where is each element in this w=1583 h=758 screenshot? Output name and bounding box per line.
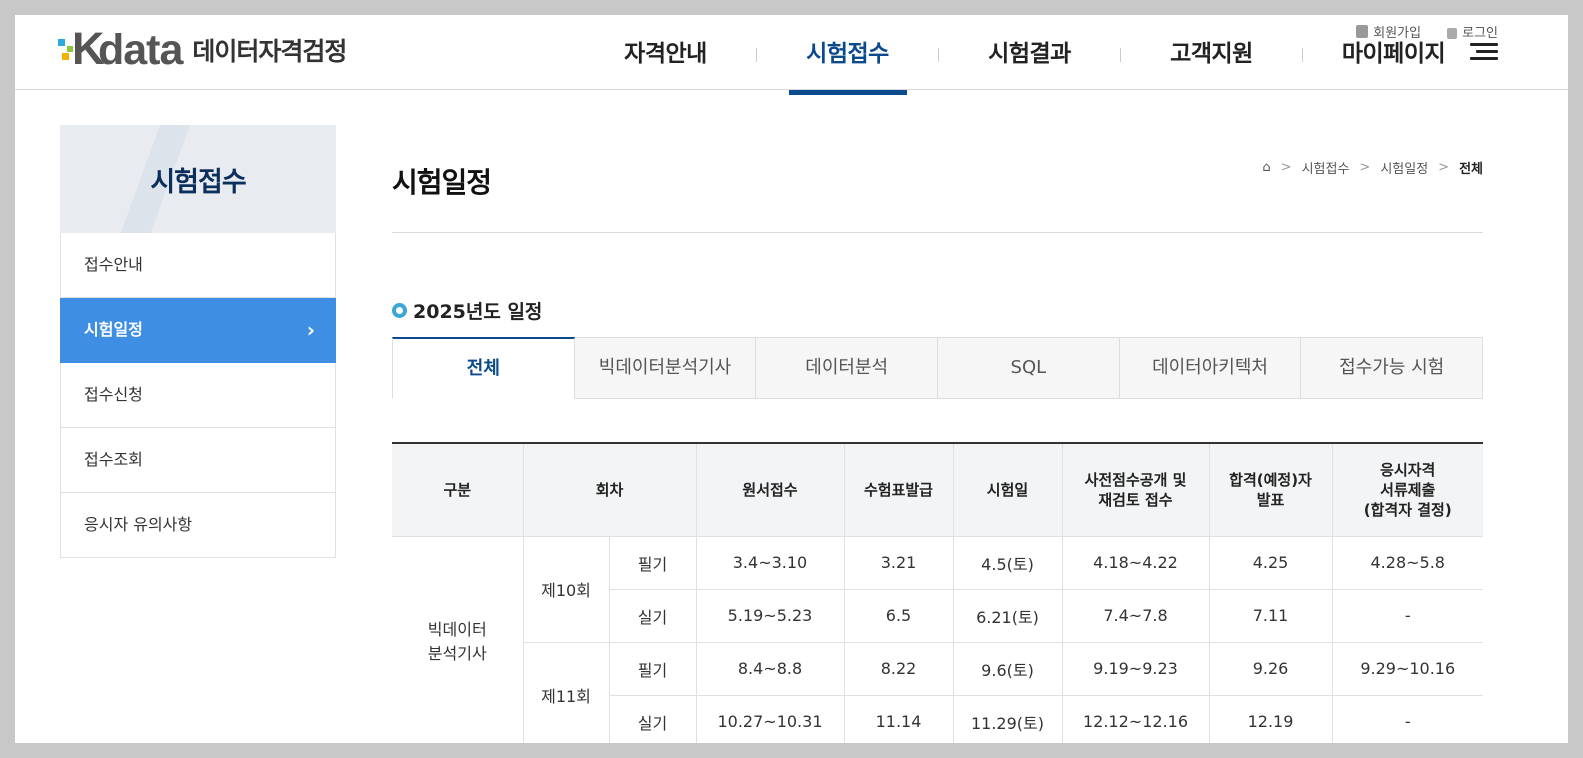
cell-result: 4.25 bbox=[1208, 535, 1333, 590]
cell-docs: 4.28~5.8 bbox=[1331, 535, 1483, 590]
logo-mark-icon: K bbox=[58, 25, 105, 73]
circle-bullet-icon bbox=[392, 303, 407, 318]
cell-ticket: 3.21 bbox=[843, 535, 954, 590]
cell-apply: 8.4~8.8 bbox=[695, 641, 845, 696]
cell-type: 실기 bbox=[609, 694, 697, 743]
table-row: 빅데이터 분석기사 제10회 필기 3.4~3.10 3.21 4.5(토) 4… bbox=[392, 535, 1483, 743]
breadcrumb: ⌂ > 시험접수 > 시험일정 > 전체 bbox=[1262, 158, 1483, 177]
home-icon[interactable]: ⌂ bbox=[1262, 160, 1270, 175]
cell-review: 9.19~9.23 bbox=[1061, 641, 1210, 696]
cell-review: 12.12~12.16 bbox=[1061, 694, 1210, 743]
sidebar-title: 시험접수 bbox=[60, 125, 336, 233]
chevron-right-icon: › bbox=[306, 318, 315, 342]
header-exam-date: 시험일 bbox=[952, 443, 1063, 537]
exam-tabs: 전체 빅데이터분석기사 데이터분석 SQL 데이터아키텍처 접수가능 시험 bbox=[392, 337, 1484, 399]
table-row: 제11회 필기 8.4~8.8 8.22 9.6(토) 9.19~9.23 9.… bbox=[392, 641, 1483, 743]
table-header-row: 구분 회차 원서접수 수험표발급 시험일 사전점수공개 및 재검토 접수 합격(… bbox=[392, 443, 1483, 537]
breadcrumb-current: 전체 bbox=[1459, 162, 1483, 177]
cell-docs: - bbox=[1331, 588, 1483, 643]
cell-docs: 9.29~10.16 bbox=[1331, 641, 1483, 696]
cell-apply: 5.19~5.23 bbox=[695, 588, 845, 643]
cell-exam: 4.5(토) bbox=[952, 535, 1063, 590]
nav-exam-application[interactable]: 시험접수 bbox=[757, 15, 938, 95]
header-result: 합격(예정)자 발표 bbox=[1208, 443, 1333, 537]
cell-apply: 3.4~3.10 bbox=[695, 535, 845, 590]
header-application: 원서접수 bbox=[695, 443, 845, 537]
cell-round: 제11회 bbox=[523, 641, 610, 743]
page: K data 데이터자격검정 회원가입 로그인 자격안내 시험접수 시험결과 고… bbox=[15, 15, 1568, 743]
breadcrumb-item[interactable]: 시험접수 bbox=[1302, 158, 1350, 177]
cell-apply: 10.27~10.31 bbox=[695, 694, 845, 743]
header-review: 사전점수공개 및 재검토 접수 bbox=[1061, 443, 1210, 537]
sidebar: 시험접수 접수안내 시험일정 › 접수신청 접수조회 응시자 유의사항 bbox=[60, 125, 336, 558]
sidebar-item-candidate-notice[interactable]: 응시자 유의사항 bbox=[60, 493, 336, 558]
logo-korean-text: 데이터자격검정 bbox=[192, 37, 347, 66]
sidebar-item-application-lookup[interactable]: 접수조회 bbox=[60, 428, 336, 493]
cell-type: 필기 bbox=[608, 641, 697, 696]
tab-available-exams[interactable]: 접수가능 시험 bbox=[1301, 337, 1484, 399]
tab-all[interactable]: 전체 bbox=[392, 337, 575, 399]
cell-ticket: 6.5 bbox=[843, 588, 954, 643]
cell-round: 제10회 bbox=[522, 535, 610, 643]
header-documents: 응시자격 서류제출 (합격자 결정) bbox=[1331, 443, 1483, 537]
hamburger-menu-icon[interactable] bbox=[1470, 43, 1498, 63]
nav-exam-results[interactable]: 시험결과 bbox=[939, 15, 1120, 90]
nav-qualification-info[interactable]: 자격안내 bbox=[575, 15, 756, 90]
cell-ticket: 8.22 bbox=[843, 641, 954, 696]
cell-exam: 9.6(토) bbox=[952, 641, 1063, 696]
tab-bigdata-analyst[interactable]: 빅데이터분석기사 bbox=[574, 337, 757, 399]
tab-data-architecture[interactable]: 데이터아키텍처 bbox=[1119, 337, 1302, 399]
sidebar-item-apply[interactable]: 접수신청 bbox=[60, 363, 336, 428]
tab-sql[interactable]: SQL bbox=[938, 337, 1120, 399]
nav-customer-support[interactable]: 고객지원 bbox=[1121, 15, 1302, 90]
sidebar-item-application-guide[interactable]: 접수안내 bbox=[60, 233, 336, 298]
cell-type: 필기 bbox=[608, 535, 697, 590]
cell-result: 7.11 bbox=[1208, 588, 1333, 643]
cell-review: 4.18~4.22 bbox=[1061, 535, 1210, 590]
cell-result: 12.19 bbox=[1208, 694, 1333, 743]
logo-text: data bbox=[98, 26, 183, 74]
title-divider bbox=[392, 232, 1483, 233]
section-title: 2025년도 일정 bbox=[392, 297, 542, 324]
sidebar-item-exam-schedule[interactable]: 시험일정 › bbox=[60, 298, 336, 363]
cell-result: 9.26 bbox=[1208, 641, 1333, 696]
cell-type: 실기 bbox=[609, 588, 697, 643]
main-content: 시험일정 ⌂ > 시험접수 > 시험일정 > 전체 2025년도 일정 전체 빅… bbox=[392, 125, 1484, 743]
cell-review: 7.4~7.8 bbox=[1061, 588, 1210, 643]
cell-ticket: 11.14 bbox=[843, 694, 954, 743]
tab-data-analysis[interactable]: 데이터분석 bbox=[756, 337, 939, 399]
breadcrumb-item[interactable]: 시험일정 bbox=[1380, 158, 1428, 177]
header-round: 회차 bbox=[522, 443, 697, 537]
cell-category: 빅데이터 분석기사 bbox=[392, 535, 524, 743]
cell-exam: 6.21(토) bbox=[952, 588, 1063, 643]
cell-exam: 11.29(토) bbox=[952, 694, 1063, 743]
site-header: K data 데이터자격검정 회원가입 로그인 자격안내 시험접수 시험결과 고… bbox=[15, 15, 1568, 95]
schedule-table: 구분 회차 원서접수 수험표발급 시험일 사전점수공개 및 재검토 접수 합격(… bbox=[392, 442, 1483, 743]
header-ticket: 수험표발급 bbox=[843, 443, 954, 537]
header-category: 구분 bbox=[392, 443, 524, 537]
cell-docs: - bbox=[1331, 694, 1483, 743]
site-logo[interactable]: K data 데이터자격검정 bbox=[58, 25, 347, 74]
global-nav: 자격안내 시험접수 시험결과 고객지원 마이페이지 bbox=[575, 15, 1484, 95]
nav-my-page[interactable]: 마이페이지 bbox=[1303, 15, 1484, 90]
